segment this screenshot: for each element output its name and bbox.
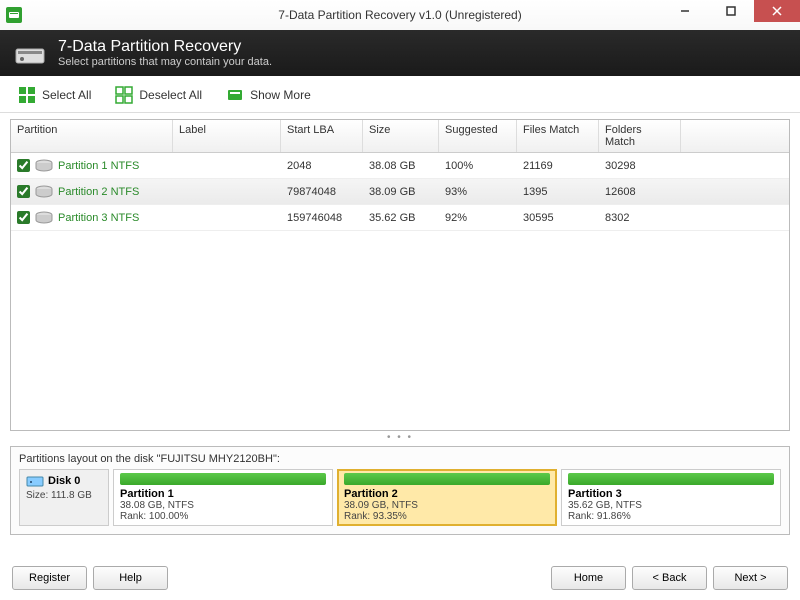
- cell-folders-match: 12608: [599, 186, 681, 198]
- resize-grip[interactable]: • • •: [0, 431, 800, 444]
- list-body[interactable]: Partition 1 NTFS 204838.08 GB100%21169302…: [11, 153, 789, 430]
- deselect-all-icon: [115, 86, 133, 104]
- partition-bar: [568, 473, 774, 485]
- close-button[interactable]: [754, 0, 800, 22]
- col-folders-match[interactable]: Folders Match: [599, 120, 681, 152]
- drive-icon: [14, 39, 46, 67]
- row-checkbox[interactable]: [17, 159, 30, 172]
- back-button[interactable]: < Back: [632, 566, 707, 590]
- partition-name: Partition 2 NTFS: [58, 186, 139, 198]
- partition-name: Partition 1 NTFS: [58, 160, 139, 172]
- show-more-button[interactable]: Show More: [222, 84, 315, 106]
- disk-icon: [26, 474, 44, 488]
- register-button[interactable]: Register: [12, 566, 87, 590]
- cell-size: 35.62 GB: [363, 212, 439, 224]
- layout-title: Partitions layout on the disk "FUJITSU M…: [19, 453, 781, 465]
- select-all-button[interactable]: Select All: [14, 84, 95, 106]
- cell-files-match: 1395: [517, 186, 599, 198]
- drive-icon: [34, 159, 54, 173]
- show-more-label: Show More: [250, 88, 311, 102]
- table-row[interactable]: Partition 2 NTFS 7987404838.09 GB93%13951…: [11, 179, 789, 205]
- toolbar: Select All Deselect All Show More: [0, 76, 800, 113]
- cell-suggested: 92%: [439, 212, 517, 224]
- titlebar: 7-Data Partition Recovery v1.0 (Unregist…: [0, 0, 800, 30]
- partition-bar: [344, 473, 550, 485]
- deselect-all-label: Deselect All: [139, 88, 202, 102]
- table-row[interactable]: Partition 3 NTFS 15974604835.62 GB92%3059…: [11, 205, 789, 231]
- cell-size: 38.08 GB: [363, 160, 439, 172]
- partition-box-detail: 35.62 GB, NTFS: [568, 500, 774, 511]
- partition-name: Partition 3 NTFS: [58, 212, 139, 224]
- partition-box-name: Partition 1: [120, 488, 326, 500]
- cell-start-lba: 79874048: [281, 186, 363, 198]
- partition-box-rank: Rank: 100.00%: [120, 511, 326, 522]
- partition-box[interactable]: Partition 238.09 GB, NTFSRank: 93.35%: [337, 469, 557, 526]
- drive-icon: [34, 185, 54, 199]
- col-start-lba[interactable]: Start LBA: [281, 120, 363, 152]
- header: 7-Data Partition Recovery Select partiti…: [0, 30, 800, 76]
- cell-files-match: 21169: [517, 160, 599, 172]
- cell-files-match: 30595: [517, 212, 599, 224]
- cell-suggested: 100%: [439, 160, 517, 172]
- cell-start-lba: 2048: [281, 160, 363, 172]
- drive-icon: [34, 211, 54, 225]
- footer: Register Help Home < Back Next >: [0, 558, 800, 600]
- col-label[interactable]: Label: [173, 120, 281, 152]
- list-header: Partition Label Start LBA Size Suggested…: [11, 120, 789, 153]
- partition-layout: Partitions layout on the disk "FUJITSU M…: [10, 446, 790, 535]
- show-more-icon: [226, 86, 244, 104]
- app-icon: [6, 7, 22, 23]
- select-all-label: Select All: [42, 88, 91, 102]
- row-checkbox[interactable]: [17, 185, 30, 198]
- disk-name: Disk 0: [48, 475, 80, 487]
- partition-box-rank: Rank: 93.35%: [344, 511, 550, 522]
- disk-box[interactable]: Disk 0 Size: 111.8 GB: [19, 469, 109, 526]
- partition-list: Partition Label Start LBA Size Suggested…: [10, 119, 790, 431]
- cell-start-lba: 159746048: [281, 212, 363, 224]
- maximize-button[interactable]: [708, 0, 754, 22]
- header-subtitle: Select partitions that may contain your …: [58, 56, 272, 68]
- header-title: 7-Data Partition Recovery: [58, 38, 272, 56]
- cell-folders-match: 8302: [599, 212, 681, 224]
- home-button[interactable]: Home: [551, 566, 626, 590]
- partition-box-detail: 38.09 GB, NTFS: [344, 500, 550, 511]
- help-button[interactable]: Help: [93, 566, 168, 590]
- col-files-match[interactable]: Files Match: [517, 120, 599, 152]
- col-size[interactable]: Size: [363, 120, 439, 152]
- partition-bar: [120, 473, 326, 485]
- col-suggested[interactable]: Suggested: [439, 120, 517, 152]
- partition-box-name: Partition 3: [568, 488, 774, 500]
- cell-folders-match: 30298: [599, 160, 681, 172]
- cell-suggested: 93%: [439, 186, 517, 198]
- cell-size: 38.09 GB: [363, 186, 439, 198]
- disk-size: Size: 111.8 GB: [26, 490, 102, 501]
- select-all-icon: [18, 86, 36, 104]
- col-partition[interactable]: Partition: [11, 120, 173, 152]
- partition-box[interactable]: Partition 138.08 GB, NTFSRank: 100.00%: [113, 469, 333, 526]
- partition-box-detail: 38.08 GB, NTFS: [120, 500, 326, 511]
- minimize-button[interactable]: [662, 0, 708, 22]
- deselect-all-button[interactable]: Deselect All: [111, 84, 206, 106]
- next-button[interactable]: Next >: [713, 566, 788, 590]
- partition-box[interactable]: Partition 335.62 GB, NTFSRank: 91.86%: [561, 469, 781, 526]
- table-row[interactable]: Partition 1 NTFS 204838.08 GB100%21169302…: [11, 153, 789, 179]
- row-checkbox[interactable]: [17, 211, 30, 224]
- partition-box-name: Partition 2: [344, 488, 550, 500]
- partition-box-rank: Rank: 91.86%: [568, 511, 774, 522]
